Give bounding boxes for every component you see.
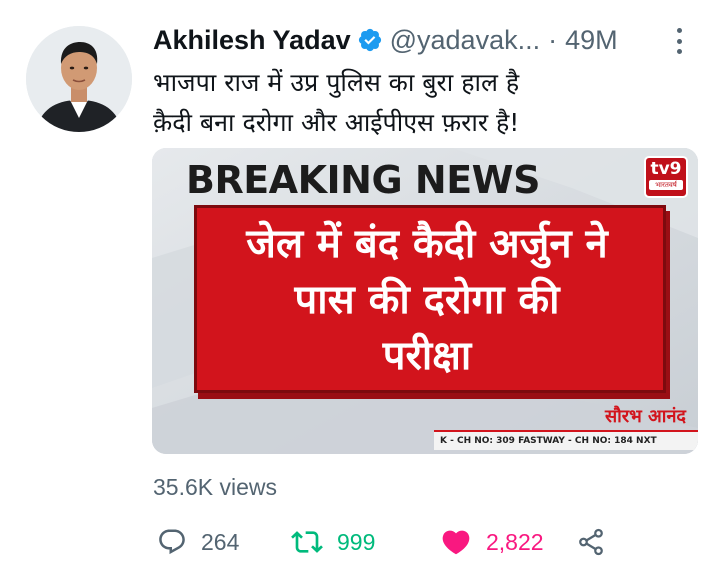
channel-logo: tv9 भारतवर्ष [644, 156, 688, 198]
avatar[interactable] [26, 26, 132, 132]
like-count: 2,822 [486, 528, 544, 555]
avatar-image [26, 26, 132, 132]
channel-logo-text: tv9 [650, 159, 682, 179]
reply-icon [159, 529, 185, 555]
verified-badge-icon [357, 27, 383, 53]
retweet-button[interactable]: 999 [291, 524, 375, 560]
tweet-media-image[interactable]: BREAKING NEWS tv9 भारतवर्ष जेल में बंद क… [152, 148, 698, 454]
reporter-name: सौरभ आनंद [604, 406, 686, 427]
author-name[interactable]: Akhilesh Yadav [153, 25, 351, 56]
reply-count: 264 [201, 528, 240, 555]
headline-line: पास की दरोगा की [294, 277, 560, 323]
tweet-header: Akhilesh Yadav @yadavak... · 49M [153, 20, 618, 60]
tweet-timestamp[interactable]: 49M [565, 25, 618, 56]
more-options-icon[interactable] [668, 26, 690, 56]
author-handle[interactable]: @yadavak... [390, 25, 540, 56]
news-ticker: K - CH NO: 309 FASTWAY - CH NO: 184 NXT [434, 430, 698, 450]
action-bar: 264 999 2,822 [153, 524, 623, 560]
share-button[interactable] [576, 524, 606, 560]
reply-button[interactable]: 264 [157, 524, 239, 560]
view-count[interactable]: 35.6K views [153, 474, 277, 501]
tweet-card: Akhilesh Yadav @yadavak... · 49M भाजपा र… [0, 0, 719, 569]
share-icon [579, 528, 603, 556]
tweet-text-line: क़ैदी बना दरोगा और आईपीएस फ़रार है! [153, 108, 520, 137]
tweet-text-line: भाजपा राज में उप्र पुलिस का बुरा हाल है [153, 68, 520, 97]
separator-dot: · [548, 24, 558, 55]
breaking-news-title: BREAKING NEWS [186, 158, 540, 202]
tweet-text: भाजपा राज में उप्र पुलिस का बुरा हाल है … [153, 63, 683, 143]
heart-icon [442, 530, 470, 555]
news-headline-text: जेल में बंद कैदी अर्जुन ने पास की दरोगा … [202, 216, 652, 384]
headline-line: परीक्षा [382, 333, 472, 379]
retweet-icon [291, 531, 323, 553]
like-button[interactable]: 2,822 [440, 524, 544, 560]
headline-line: जेल में बंद कैदी अर्जुन ने [246, 221, 608, 267]
retweet-count: 999 [337, 528, 376, 555]
channel-logo-subtext: भारतवर्ष [649, 180, 683, 190]
